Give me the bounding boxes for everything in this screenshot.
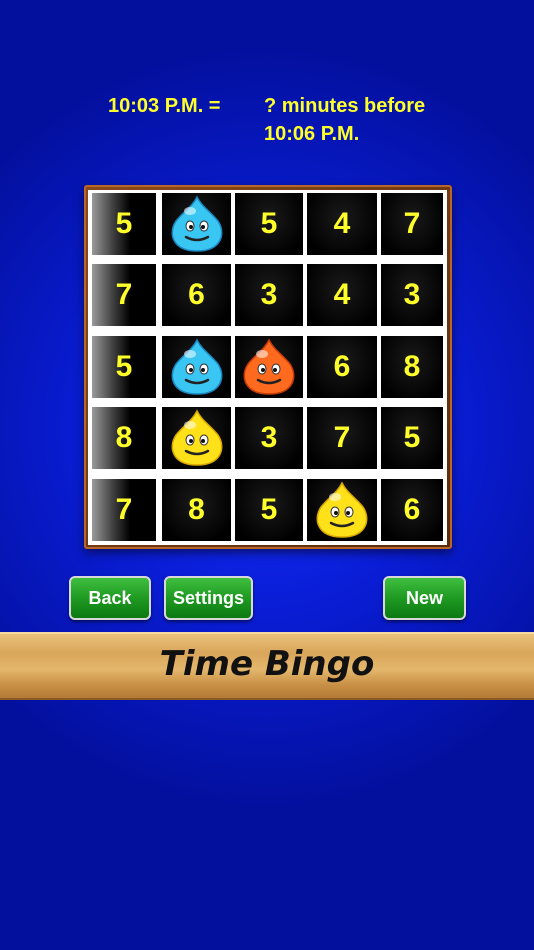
board-cell[interactable]: 7: [92, 264, 156, 326]
target-time: 10:06 P.M.: [264, 123, 360, 145]
question-prompt: ? minutes before: [264, 95, 426, 117]
board-cell[interactable]: 7: [92, 479, 156, 541]
board-cell[interactable]: 4: [307, 264, 377, 326]
back-button[interactable]: Back: [69, 576, 151, 620]
board-cell[interactable]: 8: [381, 336, 443, 398]
board-cell[interactable]: 7: [307, 407, 377, 469]
board-cell[interactable]: 5: [381, 407, 443, 469]
bingo-board: 5 547763435 6 8 8 3 7 5 7 8 5 6: [88, 190, 447, 545]
board-cell[interactable]: 6: [381, 479, 443, 541]
board-cell[interactable]: 3: [235, 264, 303, 326]
board-cell[interactable]: 6: [162, 264, 231, 326]
board-cell[interactable]: 4: [307, 193, 377, 255]
app-title: Time Bingo: [159, 644, 375, 684]
board-cell[interactable]: 5: [235, 479, 303, 541]
board-cell[interactable]: 7: [381, 193, 443, 255]
settings-button[interactable]: Settings: [164, 576, 253, 620]
orange-drop-icon: [243, 338, 295, 395]
board-cell[interactable]: 3: [235, 407, 303, 469]
board-cell-marked[interactable]: [162, 336, 231, 398]
yellow-drop-icon: [171, 409, 222, 466]
board-cell-marked[interactable]: [162, 193, 231, 255]
board-cell[interactable]: 3: [381, 264, 443, 326]
board-cell-marked[interactable]: [235, 336, 303, 398]
board-cell[interactable]: 5: [92, 336, 156, 398]
board-cell-marked[interactable]: [307, 479, 377, 541]
given-time: 10:03 P.M. =: [108, 95, 221, 117]
board-cell-marked[interactable]: [162, 407, 231, 469]
board-cell[interactable]: 8: [162, 479, 231, 541]
new-button[interactable]: New: [383, 576, 466, 620]
blue-drop-icon: [171, 338, 222, 395]
blue-drop-icon: [171, 195, 222, 252]
board-cell[interactable]: 8: [92, 407, 156, 469]
board-cell[interactable]: 5: [92, 193, 156, 255]
board-cell[interactable]: 5: [235, 193, 303, 255]
yellow-drop-icon: [316, 481, 368, 538]
board-cell[interactable]: 6: [307, 336, 377, 398]
